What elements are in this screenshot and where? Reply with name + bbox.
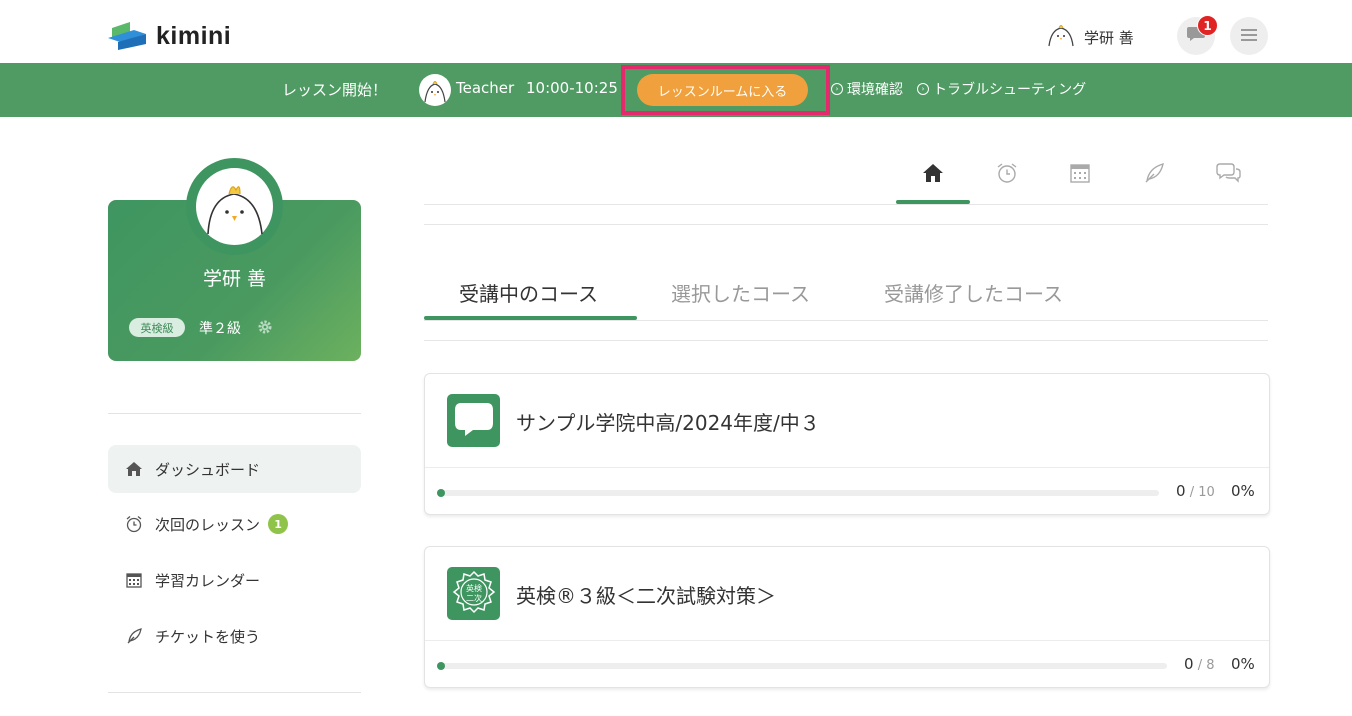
course-progress-fill [437, 489, 445, 497]
course-progress-percent: 0% [1231, 482, 1255, 500]
profile-name: 学研 善 [202, 268, 267, 290]
sidebar-item-use-ticket[interactable]: チケットを使う [108, 612, 361, 660]
kimini-logo[interactable]: kimini [108, 20, 231, 52]
messages-badge: 1 [1197, 15, 1218, 36]
tab-completed-courses[interactable]: 受講修了したコース [884, 278, 1063, 307]
eiken-seal-icon: 英検 二次 [452, 570, 496, 618]
sidebar-divider [108, 692, 361, 693]
lesson-start-label: レッスン開始！ [282, 81, 388, 99]
course-card[interactable]: サンプル学院中高/2024年度/中３ 0 / 10 0% [424, 373, 1270, 515]
course-total-count: 8 [1206, 658, 1215, 673]
header-user-name: 学研 善 [1084, 28, 1134, 47]
troubleshooting-link[interactable]: › トラブルシューティング [917, 79, 1086, 99]
calendar-icon [125, 571, 143, 589]
messages-button[interactable]: 1 [1177, 15, 1218, 55]
tab-home[interactable] [915, 160, 951, 190]
teacher-name: Teacher [456, 79, 515, 97]
course-progress-count: 0 / 8 [1184, 655, 1215, 673]
chick-avatar-icon [1046, 22, 1076, 52]
course-progress-fill [437, 662, 445, 670]
sidebar-item-next-lesson[interactable]: 次回のレッスン 1 [108, 500, 361, 548]
calendar-icon [1069, 162, 1091, 188]
course-count-separator: / [1197, 658, 1203, 673]
tab-next-lesson[interactable] [989, 160, 1025, 190]
course-done-count: 0 [1176, 482, 1186, 500]
app-header: kimini 学研 善 1 [0, 0, 1352, 64]
course-tabs-divider [424, 340, 1268, 341]
eiken-tag: 英検級 [129, 318, 185, 337]
sidebar-item-calendar[interactable]: 学習カレンダー [108, 556, 361, 604]
next-lesson-badge: 1 [268, 514, 289, 534]
hamburger-menu-icon [1240, 27, 1258, 46]
lesson-start-bar: レッスン開始！ Teacher 10:00-10:25 レッスンルームに入る ›… [0, 63, 1352, 117]
course-separator [425, 467, 1269, 468]
lesson-time: 10:00-10:25 [526, 79, 618, 97]
course-tabs-divider [424, 320, 1268, 321]
sidebar-item-label: 学習カレンダー [155, 571, 261, 590]
eiken-seal-text-bottom: 二次 [466, 593, 482, 603]
course-progress-count: 0 / 10 [1176, 482, 1215, 500]
tab-selected-courses[interactable]: 選択したコース [671, 278, 810, 307]
troubleshooting-label: トラブルシューティング [933, 82, 1087, 98]
env-check-label: 環境確認 [847, 82, 903, 98]
header-user-menu[interactable]: 学研 善 [1046, 22, 1134, 52]
home-icon [125, 460, 143, 478]
course-count-separator: / [1189, 485, 1195, 500]
chat-icon [1216, 162, 1242, 188]
tabs-divider [424, 204, 1268, 205]
enter-lesson-room-button[interactable]: レッスンルームに入る [637, 74, 808, 106]
env-check-link[interactable]: › 環境確認 [831, 79, 903, 99]
course-progress-bar [437, 662, 1167, 670]
tab-current-courses[interactable]: 受講中のコース [459, 278, 598, 307]
circle-arrow-icon: › [917, 83, 929, 95]
alarm-clock-icon [125, 515, 143, 533]
gear-icon[interactable] [257, 319, 273, 335]
sidebar-item-label: ダッシュボード [155, 460, 261, 479]
hamburger-menu-button[interactable] [1230, 17, 1268, 55]
alarm-clock-icon [996, 162, 1018, 188]
avatar[interactable] [196, 168, 273, 245]
brand-name: kimini [156, 21, 232, 50]
course-title: 英検®３級＜二次試験対策＞ [516, 584, 776, 608]
course-total-count: 10 [1198, 485, 1215, 500]
course-progress-bar [437, 489, 1159, 497]
home-icon [922, 163, 944, 187]
feather-icon [125, 627, 143, 645]
sidebar-item-label: チケットを使う [155, 627, 261, 646]
eiken-seal-text-top: 英検 [466, 583, 482, 593]
speech-bubble-icon [453, 399, 495, 443]
tabs-divider [424, 224, 1268, 225]
course-card[interactable]: 英検 二次 英検®３級＜二次試験対策＞ 0 / 8 0% [424, 546, 1270, 688]
course-title: サンプル学院中高/2024年度/中３ [516, 411, 820, 435]
feather-icon [1143, 162, 1165, 188]
sidebar-divider [108, 413, 361, 414]
course-progress-percent: 0% [1231, 655, 1255, 673]
sidebar-item-dashboard[interactable]: ダッシュボード [108, 445, 361, 493]
tab-calendar[interactable] [1062, 160, 1098, 190]
eiken-grade: 準２級 [199, 321, 241, 337]
teacher-avatar-icon [419, 74, 451, 106]
course-done-count: 0 [1184, 655, 1194, 673]
circle-arrow-icon: › [831, 83, 843, 95]
course-separator [425, 640, 1269, 641]
kimini-logo-icon [108, 20, 148, 52]
sidebar-item-label: 次回のレッスン [155, 515, 261, 534]
course-icon: 英検 二次 [447, 567, 500, 620]
course-icon [447, 394, 500, 447]
tab-messages[interactable] [1211, 160, 1247, 190]
tab-use-ticket[interactable] [1136, 160, 1172, 190]
